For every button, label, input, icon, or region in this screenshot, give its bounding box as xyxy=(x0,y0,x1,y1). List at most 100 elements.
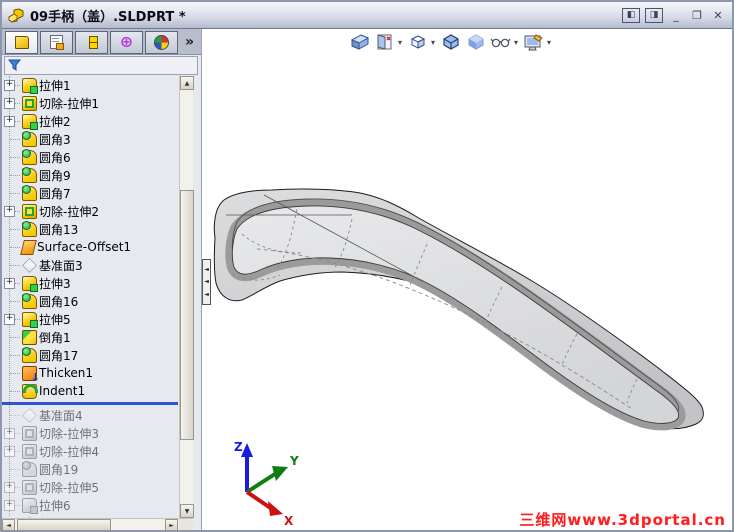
feature-tree-item[interactable]: + 切除-拉伸4 xyxy=(2,442,179,460)
feature-tree-item[interactable]: Surface-Offset1 xyxy=(2,238,179,256)
title-bar: 09手柄（盖）.SLDPRT * ◧ ◨ _ ❐ ✕ xyxy=(2,2,732,29)
boss-extrude-icon xyxy=(22,113,38,130)
fillet-icon xyxy=(22,184,37,201)
tab-overflow-chevron[interactable]: » xyxy=(185,34,194,50)
fillet-icon xyxy=(22,166,37,183)
tree-filter-input[interactable] xyxy=(4,56,198,75)
expand-plus-icon[interactable]: + xyxy=(4,446,15,457)
vertical-scroll-thumb[interactable] xyxy=(180,190,194,440)
scroll-up-button[interactable]: ▲ xyxy=(180,76,194,90)
horizontal-scroll-thumb[interactable] xyxy=(17,519,111,530)
dimxpert-target-icon: ⊕ xyxy=(119,32,134,51)
expand-plus-icon[interactable]: + xyxy=(4,428,15,439)
feature-label: 圆角9 xyxy=(39,168,71,183)
feature-tree-item[interactable]: + 切除-拉伸5 xyxy=(2,478,179,496)
surface-offset-icon xyxy=(20,239,37,255)
filter-funnel-icon xyxy=(8,59,21,71)
feature-tree-item[interactable]: 圆角3 xyxy=(2,130,179,148)
feature-label: 圆角16 xyxy=(39,294,79,309)
graphics-viewport[interactable]: ▾ ▾ ▾ ▾ Z Y X ◄ ◄ ◄ 三维网www.3dportal.cn xyxy=(202,29,732,530)
feature-label: 倒角1 xyxy=(39,330,71,345)
feature-label: 圆角13 xyxy=(39,222,79,237)
plane-icon xyxy=(22,407,37,423)
tab-propertymanager[interactable] xyxy=(40,30,73,54)
part-icon xyxy=(14,35,29,49)
scroll-down-button[interactable]: ▼ xyxy=(180,504,194,518)
thicken-icon xyxy=(22,365,40,384)
z-axis-label: Z xyxy=(234,440,243,454)
feature-tree-item[interactable]: Thicken1 xyxy=(2,364,179,384)
feature-label: 圆角17 xyxy=(39,348,79,363)
feature-tree-item[interactable]: 圆角17 xyxy=(2,346,179,364)
feature-label: 圆角7 xyxy=(39,186,71,201)
tab-dimxpertmanager[interactable]: ⊕ xyxy=(110,30,143,54)
tab-configurationmanager[interactable] xyxy=(75,30,108,54)
feature-tree: + 拉伸1 + 切除-拉伸1 + 拉伸2 圆角3 圆角6 圆角9 圆角7 + 切… xyxy=(2,76,179,518)
window-title: 09手柄（盖）.SLDPRT * xyxy=(30,9,186,25)
feature-label: 圆角3 xyxy=(39,132,71,147)
feature-manager-panel: ⊕ » + 拉伸1 + 切除-拉伸1 + 拉伸2 圆角3 圆角6 圆角9 圆角7… xyxy=(2,29,202,530)
feature-tree-item[interactable]: 圆角7 xyxy=(2,184,179,202)
boss-extrude-icon xyxy=(22,77,38,94)
expand-plus-icon[interactable]: + xyxy=(4,80,15,91)
tree-horizontal-scrollbar[interactable]: ◄ ► xyxy=(2,518,193,530)
expand-plus-icon[interactable]: + xyxy=(4,206,15,217)
expand-plus-icon[interactable]: + xyxy=(4,482,15,493)
feature-tree-item[interactable]: 圆角9 xyxy=(2,166,179,184)
feature-label: Thicken1 xyxy=(39,366,94,380)
fillet-icon xyxy=(22,148,37,165)
tab-featuremanager-tree[interactable] xyxy=(5,30,38,54)
fillet-icon xyxy=(22,346,37,363)
tab-displaymanager[interactable] xyxy=(145,30,178,54)
expand-plus-icon[interactable]: + xyxy=(4,278,15,289)
feature-label: 拉伸6 xyxy=(39,498,71,513)
feature-label: Indent1 xyxy=(39,384,86,398)
expand-plus-icon[interactable]: + xyxy=(4,116,15,127)
feature-label: Surface-Offset1 xyxy=(37,240,132,254)
feature-label: 拉伸2 xyxy=(39,114,71,129)
feature-tree-item[interactable]: 圆角16 xyxy=(2,292,179,310)
feature-tree-item[interactable]: + 拉伸5 xyxy=(2,310,179,328)
scroll-right-button[interactable]: ► xyxy=(165,519,178,530)
cut-extrude-icon xyxy=(22,203,37,219)
panel-splitter-handle[interactable]: ◄ ◄ ◄ xyxy=(202,259,211,305)
feature-label: 圆角19 xyxy=(39,462,79,477)
expand-plus-icon[interactable]: + xyxy=(4,98,15,109)
x-axis-arrow xyxy=(268,501,283,516)
restore-button[interactable]: ❐ xyxy=(689,8,705,23)
expand-plus-icon[interactable]: + xyxy=(4,500,15,511)
part-document-icon xyxy=(8,7,24,23)
collapse-arrow-icon: ◄ xyxy=(204,290,209,298)
boss-extrude-icon xyxy=(22,311,38,328)
indent-icon xyxy=(22,383,38,399)
solidworks-window: 09手柄（盖）.SLDPRT * ◧ ◨ _ ❐ ✕ ⊕ » + 拉伸1 + 切… xyxy=(0,0,734,532)
fillet-icon xyxy=(22,292,37,309)
rollback-bar[interactable] xyxy=(2,401,178,405)
minimize-button[interactable]: _ xyxy=(668,8,684,23)
feature-tree-item[interactable]: + 切除-拉伸1 xyxy=(2,94,179,112)
toggle-right-pane-button[interactable]: ◨ xyxy=(645,7,663,23)
cut-extrude-icon xyxy=(22,443,37,459)
feature-tree-item[interactable]: 圆角13 xyxy=(2,220,179,238)
feature-tree-item[interactable]: + 切除-拉伸3 xyxy=(2,424,179,442)
toggle-left-pane-button[interactable]: ◧ xyxy=(622,7,640,23)
collapse-arrow-icon: ◄ xyxy=(204,265,209,273)
close-button[interactable]: ✕ xyxy=(710,8,726,23)
feature-tree-item[interactable]: + 拉伸3 xyxy=(2,274,179,292)
feature-tree-item[interactable]: 圆角19 xyxy=(2,460,179,478)
tree-vertical-scrollbar[interactable]: ▲ ▼ xyxy=(179,76,194,518)
fillet-icon xyxy=(22,220,37,237)
feature-tree-item[interactable]: 基准面4 xyxy=(2,406,179,424)
feature-tree-item[interactable]: 圆角6 xyxy=(2,148,179,166)
feature-tree-item[interactable]: + 切除-拉伸2 xyxy=(2,202,179,220)
expand-plus-icon[interactable]: + xyxy=(4,314,15,325)
scroll-left-button[interactable]: ◄ xyxy=(2,519,15,530)
feature-tree-item[interactable]: + 拉伸6 xyxy=(2,496,179,514)
feature-tree-item[interactable]: + 拉伸2 xyxy=(2,112,179,130)
feature-tree-item[interactable]: + 拉伸1 xyxy=(2,76,179,94)
feature-tree-item[interactable]: 基准面3 xyxy=(2,256,179,274)
cut-extrude-icon xyxy=(22,479,37,495)
coordinate-triad: Z Y X xyxy=(234,440,299,527)
feature-tree-item[interactable]: Indent1 xyxy=(2,382,179,400)
feature-tree-item[interactable]: 倒角1 xyxy=(2,328,179,346)
